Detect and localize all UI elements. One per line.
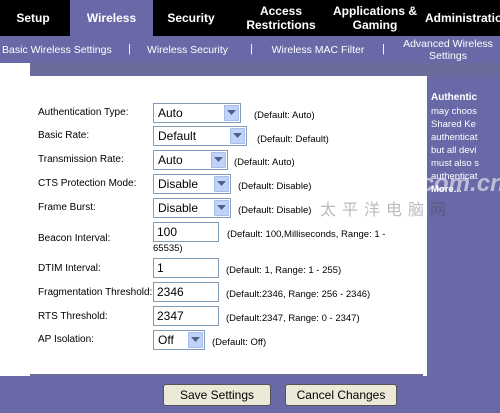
frag-default: (Default:2346, Range: 256 - 2346) xyxy=(226,289,371,300)
subtab-wireless-security[interactable]: Wireless Security xyxy=(140,36,235,63)
dtim-label: DTIM Interval: xyxy=(38,263,101,274)
ap-isolation-value: Off xyxy=(158,333,174,347)
cts-label: CTS Protection Mode: xyxy=(38,178,137,189)
help-line: must also s xyxy=(431,158,480,169)
tx-rate-default: (Default: Auto) xyxy=(234,157,295,168)
basic-rate-value: Default xyxy=(158,129,197,143)
help-line: authenticat xyxy=(431,132,478,143)
frag-label: Fragmentation Threshold: xyxy=(38,287,153,298)
top-nav: Setup Wireless Security Access Restricti… xyxy=(0,0,500,36)
beacon-default: (Default: 100,Milliseconds, Range: 1 - 6… xyxy=(153,229,386,254)
basic-rate-select[interactable]: Default xyxy=(153,126,247,146)
chevron-down-icon xyxy=(230,128,245,144)
tab-applications-gaming[interactable]: Applications & Gaming xyxy=(333,0,417,36)
cancel-changes-button[interactable]: Cancel Changes xyxy=(285,384,397,406)
cts-value: Disable xyxy=(158,177,199,191)
auth-type-value: Auto xyxy=(158,106,183,120)
tab-wireless[interactable]: Wireless xyxy=(70,0,153,36)
separator: | xyxy=(250,43,253,55)
subtab-mac-filter[interactable]: Wireless MAC Filter xyxy=(270,36,366,63)
cts-default: (Default: Disable) xyxy=(238,181,312,192)
tx-rate-select[interactable]: Auto xyxy=(153,150,228,170)
auth-type-default: (Default: Auto) xyxy=(254,110,315,121)
chevron-down-icon xyxy=(188,332,203,348)
tab-security[interactable]: Security xyxy=(153,0,229,36)
chevron-down-icon xyxy=(214,200,229,216)
ap-isolation-label: AP Isolation: xyxy=(38,334,94,345)
frame-burst-select[interactable]: Disable xyxy=(153,198,231,218)
cts-select[interactable]: Disable xyxy=(153,174,231,194)
basic-rate-label: Basic Rate: xyxy=(38,130,90,141)
ap-isolation-select[interactable]: Off xyxy=(153,330,205,350)
separator: | xyxy=(128,43,131,55)
help-panel: Authentic may choos Shared Ke authentica… xyxy=(427,76,500,376)
subtab-advanced-wireless[interactable]: Advanced Wireless Settings xyxy=(400,36,496,63)
save-settings-button[interactable]: Save Settings xyxy=(163,384,271,406)
left-strip xyxy=(0,63,30,376)
tab-setup[interactable]: Setup xyxy=(0,0,66,36)
tab-access-restrictions[interactable]: Access Restrictions xyxy=(231,0,331,36)
dtim-default: (Default: 1, Range: 1 - 255) xyxy=(226,265,342,276)
frame-burst-value: Disable xyxy=(158,201,199,215)
rts-input[interactable]: 2347 xyxy=(153,306,219,326)
watermark: PConline.com.cn xyxy=(310,170,500,197)
frame-burst-label: Frame Burst: xyxy=(38,202,96,213)
tab-administration[interactable]: Administration xyxy=(425,0,500,36)
separator: | xyxy=(382,43,385,55)
frame-burst-default: (Default: Disable) xyxy=(238,205,312,216)
ap-isolation-default: (Default: Off) xyxy=(212,337,267,348)
basic-rate-default: (Default: Default) xyxy=(257,134,329,145)
help-line: may choos xyxy=(431,106,477,117)
action-bar: Save Settings Cancel Changes xyxy=(0,376,500,413)
chevron-down-icon xyxy=(224,105,239,121)
subtab-basic-wireless[interactable]: Basic Wireless Settings xyxy=(2,36,140,63)
help-line: but all devi xyxy=(431,145,477,156)
watermark-cn: 太平洋电脑网 xyxy=(320,202,453,219)
help-line: Shared Ke xyxy=(431,119,476,130)
rts-default: (Default:2347, Range: 0 - 2347) xyxy=(226,313,360,324)
frag-input[interactable]: 2346 xyxy=(153,282,219,302)
chevron-down-icon xyxy=(211,152,226,168)
auth-type-label: Authentication Type: xyxy=(38,107,129,118)
rts-label: RTS Threshold: xyxy=(38,311,108,322)
chevron-down-icon xyxy=(214,176,229,192)
auth-type-select[interactable]: Auto xyxy=(153,103,241,123)
tx-rate-value: Auto xyxy=(158,153,183,167)
beacon-label: Beacon Interval: xyxy=(38,233,111,244)
sub-nav: Basic Wireless Settings | Wireless Secur… xyxy=(0,36,500,63)
dtim-input[interactable]: 1 xyxy=(153,258,219,278)
help-title: Authentic xyxy=(431,92,478,103)
tx-rate-label: Transmission Rate: xyxy=(38,154,124,165)
